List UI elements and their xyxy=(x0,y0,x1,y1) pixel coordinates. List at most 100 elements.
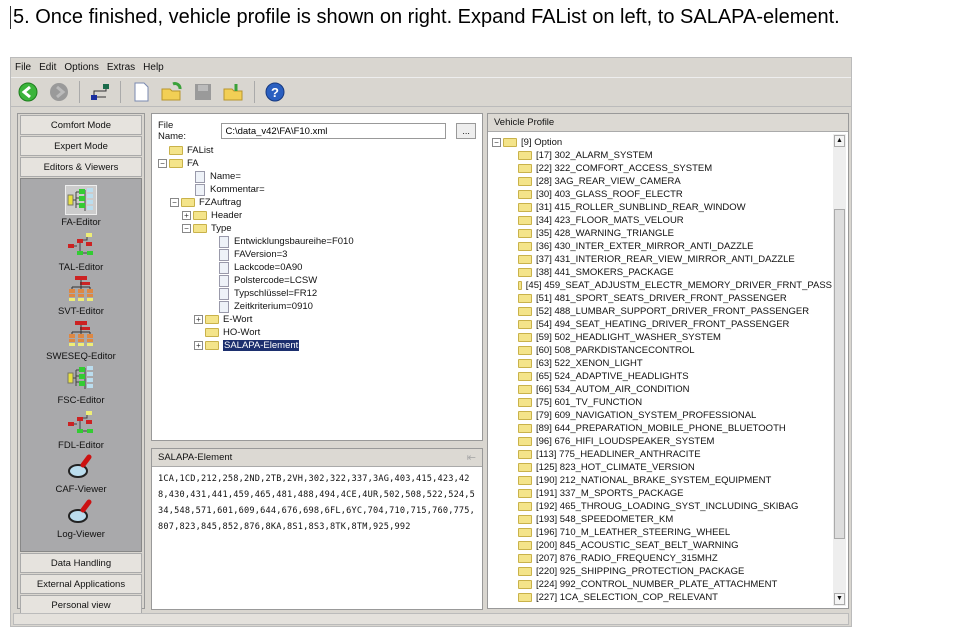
vehicle-option-item[interactable]: [200] 845_ACOUSTIC_SEAT_BELT_WARNING xyxy=(492,539,832,552)
vehicle-option-item[interactable]: [113] 775_HEADLINER_ANTHRACITE xyxy=(492,448,832,461)
help-icon[interactable]: ? xyxy=(264,81,286,103)
tree-node-entwicklungsbaureihe-f010[interactable]: Entwicklungsbaureihe=F010 xyxy=(158,235,482,248)
vehicle-option-item[interactable]: [196] 710_M_LEATHER_STEERING_WHEEL xyxy=(492,526,832,539)
vehicle-option-item[interactable]: [37] 431_INTERIOR_REAR_VIEW_MIRROR_ANTI_… xyxy=(492,253,832,266)
vehicle-option-item[interactable]: [60] 508_PARKDISTANCECONTROL xyxy=(492,344,832,357)
sidebar-comfort-mode-button[interactable]: Comfort Mode xyxy=(20,115,142,135)
vehicle-option-item[interactable]: [63] 522_XENON_LIGHT xyxy=(492,357,832,370)
sidebar-external-applications-button[interactable]: External Applications xyxy=(20,574,142,594)
browse-button[interactable]: ... xyxy=(456,123,476,139)
back-icon[interactable] xyxy=(17,81,39,103)
scroll-down-arrow[interactable]: ▼ xyxy=(834,593,845,605)
vehicle-option-item[interactable]: [125] 823_HOT_CLIMATE_VERSION xyxy=(492,461,832,474)
tree-node-zeitkriterium-0910[interactable]: Zeitkriterium=0910 xyxy=(158,300,482,313)
tree-node-ho-wort[interactable]: HO-Wort xyxy=(158,326,482,339)
vehicle-option-item[interactable]: [66] 534_AUTOM_AIR_CONDITION xyxy=(492,383,832,396)
expand-icon[interactable]: + xyxy=(182,211,191,220)
expand-icon[interactable]: + xyxy=(194,315,203,324)
svt-editor-button[interactable]: SVT-Editor xyxy=(21,274,141,317)
collapse-icon[interactable]: − xyxy=(158,159,167,168)
fsc-editor-button[interactable]: FSC-Editor xyxy=(21,363,141,406)
vehicle-option-item[interactable]: [75] 601_TV_FUNCTION xyxy=(492,396,832,409)
vehicle-option-item[interactable]: [54] 494_SEAT_HEATING_DRIVER_FRONT_PASSE… xyxy=(492,318,832,331)
log-viewer-button[interactable]: Log-Viewer xyxy=(21,497,141,540)
tree-node-kommentar[interactable]: Kommentar= xyxy=(158,183,482,196)
option-label: [192] 465_THROUG_LOADING_SYST_INCLUDING_… xyxy=(536,501,799,512)
connect-icon[interactable] xyxy=(89,81,111,103)
vehicle-option-item[interactable]: [79] 609_NAVIGATION_SYSTEM_PROFESSIONAL xyxy=(492,409,832,422)
folder-icon xyxy=(518,424,532,433)
folder-icon xyxy=(518,151,532,160)
tree-node-fa[interactable]: − FA xyxy=(158,157,482,170)
menu-help[interactable]: Help xyxy=(143,62,164,73)
vehicle-option-item[interactable]: [190] 212_NATIONAL_BRAKE_SYSTEM_EQUIPMEN… xyxy=(492,474,832,487)
sidebar-editors-viewers-button[interactable]: Editors & Viewers xyxy=(20,157,142,177)
vehicle-option-item[interactable]: [22] 322_COMFORT_ACCESS_SYSTEM xyxy=(492,162,832,175)
menu-extras[interactable]: Extras xyxy=(107,62,135,73)
tree-node-typschl-ssel-fr12[interactable]: Typschlüssel=FR12 xyxy=(158,287,482,300)
menu-options[interactable]: Options xyxy=(64,62,98,73)
vehicle-option-item[interactable]: [227] 1CA_SELECTION_COP_RELEVANT xyxy=(492,591,832,604)
vehicle-option-item[interactable]: [17] 302_ALARM_SYSTEM xyxy=(492,149,832,162)
sidebar-expert-mode-button[interactable]: Expert Mode xyxy=(20,136,142,156)
vehicle-option-item[interactable]: [59] 502_HEADLIGHT_WASHER_SYSTEM xyxy=(492,331,832,344)
vertical-scrollbar[interactable]: ▲ ▼ xyxy=(833,134,846,606)
vehicle-option-item[interactable]: [191] 337_M_SPORTS_PACKAGE xyxy=(492,487,832,500)
vehicle-option-item[interactable]: [45] 459_SEAT_ADJUSTM_ELECTR_MEMORY_DRIV… xyxy=(492,279,832,292)
vehicle-option-item[interactable]: [52] 488_LUMBAR_SUPPORT_DRIVER_FRONT_PAS… xyxy=(492,305,832,318)
tree-node-polstercode-lcsw[interactable]: Polstercode=LCSW xyxy=(158,274,482,287)
file-name-input[interactable] xyxy=(221,123,447,139)
menu-edit[interactable]: Edit xyxy=(39,62,56,73)
tree-node-header[interactable]: + Header xyxy=(158,209,482,222)
tree-node-fzauftrag[interactable]: − FZAuftrag xyxy=(158,196,482,209)
tree-node-option[interactable]: − [9] Option xyxy=(492,136,832,149)
caf-viewer-button[interactable]: CAF-Viewer xyxy=(21,452,141,495)
vehicle-option-item[interactable]: [65] 524_ADAPTIVE_HEADLIGHTS xyxy=(492,370,832,383)
tree-node-e-wort[interactable]: + E-Wort xyxy=(158,313,482,326)
save-icon[interactable] xyxy=(192,81,214,103)
pin-icon[interactable]: ⇤ xyxy=(467,451,476,464)
vehicle-option-item[interactable]: [51] 481_SPORT_SEATS_DRIVER_FRONT_PASSEN… xyxy=(492,292,832,305)
vehicle-option-item[interactable]: [207] 876_RADIO_FREQUENCY_315MHZ xyxy=(492,552,832,565)
expand-icon[interactable]: + xyxy=(194,341,203,350)
vehicle-option-item[interactable]: [36] 430_INTER_EXTER_MIRROR_ANTI_DAZZLE xyxy=(492,240,832,253)
fdl-editor-button[interactable]: FDL-Editor xyxy=(21,408,141,451)
vehicle-option-item[interactable]: [28] 3AG_REAR_VIEW_CAMERA xyxy=(492,175,832,188)
vehicle-option-item[interactable]: [224] 992_CONTROL_NUMBER_PLATE_ATTACHMEN… xyxy=(492,578,832,591)
scroll-up-arrow[interactable]: ▲ xyxy=(834,135,845,147)
option-label: [17] 302_ALARM_SYSTEM xyxy=(536,150,653,161)
vehicle-option-item[interactable]: [192] 465_THROUG_LOADING_SYST_INCLUDING_… xyxy=(492,500,832,513)
vehicle-option-item[interactable]: [220] 925_SHIPPING_PROTECTION_PACKAGE xyxy=(492,565,832,578)
tal-editor-button[interactable]: TAL-Editor xyxy=(21,230,141,273)
sweseq-editor-button[interactable]: SWESEQ-Editor xyxy=(21,319,141,362)
vehicle-option-item[interactable]: [193] 548_SPEEDOMETER_KM xyxy=(492,513,832,526)
collapse-icon[interactable]: − xyxy=(492,138,501,147)
sidebar-personal-view-button[interactable]: Personal view xyxy=(20,595,142,615)
vehicle-option-item[interactable]: [34] 423_FLOOR_MATS_VELOUR xyxy=(492,214,832,227)
open-folder-icon[interactable] xyxy=(161,81,183,103)
vehicle-option-item[interactable]: [35] 428_WARNING_TRIANGLE xyxy=(492,227,832,240)
tree-node-salapa-element[interactable]: + SALAPA-Element xyxy=(158,339,482,352)
new-file-icon[interactable] xyxy=(130,81,152,103)
vehicle-option-item[interactable]: [38] 441_SMOKERS_PACKAGE xyxy=(492,266,832,279)
menu-file[interactable]: File xyxy=(15,62,31,73)
tree-node-lackcode-0a90[interactable]: Lackcode=0A90 xyxy=(158,261,482,274)
tree-node-name[interactable]: Name= xyxy=(158,170,482,183)
vehicle-option-item[interactable]: [96] 676_HIFI_LOUDSPEAKER_SYSTEM xyxy=(492,435,832,448)
salapa-values[interactable]: 1CA,1CD,212,258,2ND,2TB,2VH,302,322,337,… xyxy=(152,467,482,539)
sidebar-data-handling-button[interactable]: Data Handling xyxy=(20,553,142,573)
collapse-icon[interactable]: − xyxy=(170,198,179,207)
vehicle-profile-title: Vehicle Profile xyxy=(488,114,848,132)
vehicle-option-item[interactable]: [89] 644_PREPARATION_MOBILE_PHONE_BLUETO… xyxy=(492,422,832,435)
tree-node-faversion-3[interactable]: FAVersion=3 xyxy=(158,248,482,261)
tree-node-type[interactable]: − Type xyxy=(158,222,482,235)
vehicle-option-item[interactable]: [30] 403_GLASS_ROOF_ELECTR xyxy=(492,188,832,201)
tree-node-falist[interactable]: FAList xyxy=(158,144,482,157)
option-label: [79] 609_NAVIGATION_SYSTEM_PROFESSIONAL xyxy=(536,410,757,421)
collapse-icon[interactable]: − xyxy=(182,224,191,233)
import-folder-icon[interactable] xyxy=(223,81,245,103)
fa-editor-button[interactable]: FA-Editor xyxy=(21,185,141,228)
scrollbar-thumb[interactable] xyxy=(834,209,845,539)
forward-icon[interactable] xyxy=(48,81,70,103)
vehicle-option-item[interactable]: [31] 415_ROLLER_SUNBLIND_REAR_WINDOW xyxy=(492,201,832,214)
